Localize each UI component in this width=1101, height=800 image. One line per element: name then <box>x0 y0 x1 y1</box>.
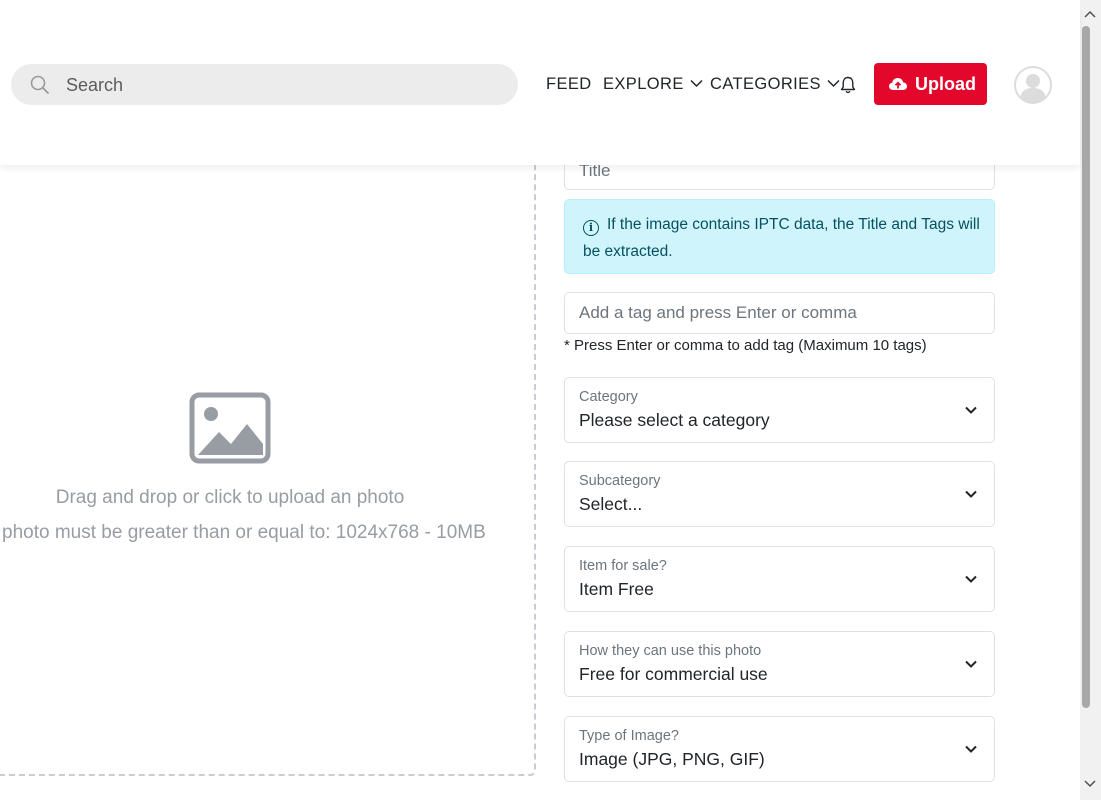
dropzone-instruction: Drag and drop or click to upload an phot… <box>55 487 405 508</box>
chevron-down-icon <box>965 490 977 498</box>
item-for-sale-select[interactable]: Item for sale? Item Free <box>564 546 995 612</box>
tags-input[interactable]: Add a tag and press Enter or comma <box>564 292 995 334</box>
category-label: Category <box>579 389 638 405</box>
subcategory-select[interactable]: Subcategory Select... <box>564 461 995 527</box>
scroll-down-arrow-icon[interactable] <box>1084 780 1096 788</box>
chevron-down-icon <box>965 575 977 583</box>
search-input[interactable]: Search <box>11 64 518 105</box>
license-select[interactable]: How they can use this photo Free for com… <box>564 631 995 697</box>
nav-explore[interactable]: EXPLORE <box>603 75 703 94</box>
search-placeholder: Search <box>66 75 124 95</box>
bell-icon[interactable] <box>840 76 856 94</box>
user-avatar-icon <box>1016 68 1050 102</box>
image-type-label: Type of Image? <box>579 728 679 744</box>
upload-button-label: Upload <box>915 74 976 94</box>
nav-categories[interactable]: CATEGORIES <box>710 75 840 94</box>
chevron-down-icon <box>965 745 977 753</box>
scrollbar-thumb[interactable] <box>1082 26 1090 708</box>
chevron-down-icon <box>965 660 977 668</box>
subcategory-label: Subcategory <box>579 473 661 489</box>
scroll-up-arrow-icon[interactable] <box>1084 10 1096 18</box>
category-select[interactable]: Category Please select a category <box>564 377 995 443</box>
upload-button[interactable]: Upload <box>874 63 987 105</box>
chevron-down-icon <box>690 79 703 87</box>
tags-placeholder: Add a tag and press Enter or comma <box>579 303 857 322</box>
subcategory-value: Select... <box>579 494 643 514</box>
chevron-down-icon <box>965 406 977 414</box>
search-icon <box>30 75 50 95</box>
image-placeholder-icon <box>189 392 271 464</box>
nav-categories-label: CATEGORIES <box>710 75 821 93</box>
iptc-info-alert: i If the image contains IPTC data, the Ti… <box>564 199 995 274</box>
image-type-value: Image (JPG, PNG, GIF) <box>579 749 765 769</box>
license-label: How they can use this photo <box>579 643 762 659</box>
nav-feed[interactable]: FEED <box>546 75 592 94</box>
site-header: Search FEED EXPLORE CATEGORIES Upload <box>0 4 1080 165</box>
item-for-sale-value: Item Free <box>579 579 654 599</box>
category-value: Please select a category <box>579 410 770 430</box>
cloud-upload-icon <box>889 78 907 90</box>
item-for-sale-label: Item for sale? <box>579 558 667 574</box>
license-value: Free for commercial use <box>579 664 768 684</box>
tags-help-text: * Press Enter or comma to add tag (Maxim… <box>564 337 927 354</box>
nav-explore-label: EXPLORE <box>603 75 684 93</box>
image-type-select[interactable]: Type of Image? Image (JPG, PNG, GIF) <box>564 716 995 782</box>
avatar[interactable] <box>1014 66 1052 104</box>
iptc-alert-text: If the image contains IPTC data, the Tit… <box>583 216 980 260</box>
dropzone-requirement: photo must be greater than or equal to: … <box>2 522 486 543</box>
chevron-down-icon <box>827 79 840 87</box>
info-icon: i <box>583 220 599 236</box>
